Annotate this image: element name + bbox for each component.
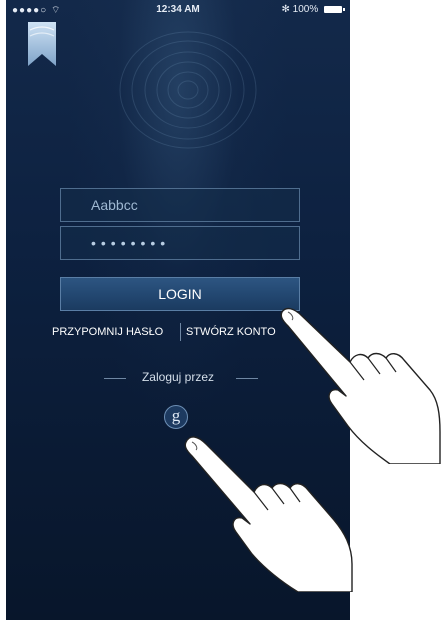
status-bar: ●●●●○ ⌔ 12:34 AM ✻ 100% xyxy=(6,0,350,20)
username-field[interactable] xyxy=(60,188,300,222)
username-input[interactable] xyxy=(91,189,291,221)
remind-password-link[interactable]: PRZYPOMNIJ HASŁO xyxy=(52,326,163,338)
pointing-hand-illustration-2 xyxy=(184,436,353,592)
password-field[interactable] xyxy=(60,226,300,260)
divider-right xyxy=(236,378,258,379)
battery-percent: 100% xyxy=(292,4,319,15)
links-divider xyxy=(180,323,181,341)
battery-indicator: ✻ 100% xyxy=(281,4,345,15)
bluetooth-icon: ✻ xyxy=(281,4,290,15)
google-icon[interactable]: g xyxy=(164,405,188,429)
create-account-link[interactable]: STWÓRZ KONTO xyxy=(186,326,276,338)
battery-icon xyxy=(324,5,345,13)
background-ripples xyxy=(119,31,257,149)
password-input[interactable] xyxy=(91,227,291,259)
bookmark-logo-icon xyxy=(28,22,56,66)
login-button[interactable]: LOGIN xyxy=(60,277,300,311)
